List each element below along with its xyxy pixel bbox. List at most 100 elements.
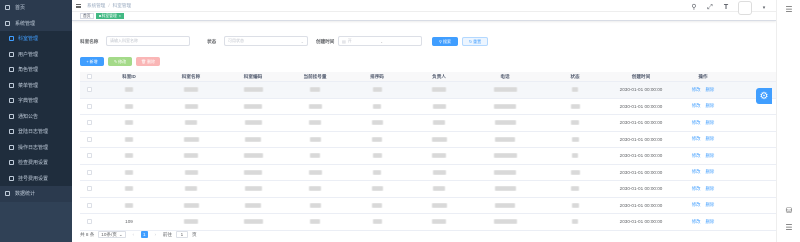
column-header[interactable]: 创建时间 — [610, 74, 672, 80]
row-edit-link[interactable]: 修改 — [692, 153, 701, 159]
column-header[interactable]: 负责人 — [408, 74, 470, 80]
sidebar-item-dict[interactable]: 字典管理 — [0, 93, 72, 109]
settings-button[interactable]: ⚙ — [756, 88, 772, 104]
pagination: 共 8 条 10条/页 ⌄ ‹ 1 › 前往 1 页 — [80, 231, 197, 238]
column-header[interactable]: 科室名称 — [160, 74, 222, 80]
row-edit-link[interactable]: 修改 — [692, 87, 701, 93]
delete-button[interactable]: 🗑 删除 — [136, 57, 160, 66]
sidebar-item-users[interactable]: 用户管理 — [0, 46, 72, 62]
sidebar-item-notice[interactable]: 通知公告 — [0, 108, 72, 124]
edit-button[interactable]: ✎ 修改 — [108, 57, 132, 66]
breadcrumb-item[interactable]: 系统管理 — [87, 3, 105, 8]
row-checkbox[interactable] — [86, 186, 92, 192]
fullscreen-icon[interactable]: ⤢ — [706, 4, 714, 12]
column-header[interactable]: 状态 — [540, 74, 610, 80]
row-delete-link[interactable]: 删除 — [706, 169, 715, 175]
chevron-down-icon: ⌄ — [118, 231, 123, 237]
sidebar-item-login-log[interactable]: 登陆日志管理 — [0, 124, 72, 140]
redacted-value — [244, 103, 262, 109]
column-header[interactable]: 科室编码 — [222, 74, 284, 80]
close-icon[interactable]: × — [119, 14, 121, 18]
database-icon[interactable]: ⛁ — [784, 205, 794, 215]
created-time: 2030-01-01 00:00:00 — [619, 169, 663, 175]
column-header[interactable]: 科室ID — [98, 74, 160, 80]
table-row[interactable]: 2030-01-01 00:00:00 修改 删除 — [80, 148, 776, 165]
row-delete-link[interactable]: 删除 — [706, 202, 715, 208]
row-delete-link[interactable]: 删除 — [706, 120, 715, 126]
table-row[interactable]: 2030-01-01 00:00:00 修改 删除 — [80, 198, 776, 214]
tag-department[interactable]: 科室管理 × — [95, 13, 124, 19]
row-checkbox[interactable] — [86, 169, 92, 175]
row-actions: 修改 删除 — [692, 136, 715, 142]
caret-down-icon[interactable]: ▾ — [760, 4, 768, 12]
row-checkbox[interactable] — [86, 136, 92, 142]
sidebar-item-stats[interactable]: 数据统计 — [0, 186, 72, 202]
row-edit-link[interactable]: 修改 — [692, 186, 701, 192]
tags-view: 首页 科室管理 × — [72, 12, 776, 21]
row-edit-link[interactable]: 修改 — [692, 120, 701, 126]
menu-icon[interactable]: ☰ — [784, 4, 794, 14]
table-row[interactable]: 2030-01-01 00:00:00 修改 删除 — [80, 115, 776, 132]
table-row[interactable]: 109 2030-01-01 00:00:00 修改 删除 — [80, 214, 776, 231]
row-select-cell — [80, 103, 98, 109]
table-row[interactable]: 2030-01-01 00:00:00 修改 删除 — [80, 82, 776, 99]
column-header[interactable]: 排序码 — [346, 74, 408, 80]
prev-page-button[interactable]: ‹ — [130, 231, 137, 238]
column-header[interactable]: 电话 — [470, 74, 540, 80]
row-delete-link[interactable]: 删除 — [706, 103, 715, 109]
table-cell — [408, 186, 470, 192]
sidebar-item-system[interactable]: 系统管理 — [0, 15, 72, 31]
search-icon[interactable]: ⚲ — [690, 4, 698, 12]
row-checkbox[interactable] — [86, 87, 92, 93]
sidebar-item-check-fee[interactable]: 检查费用设置 — [0, 155, 72, 171]
search-button[interactable]: ⚲ 搜索 — [432, 37, 458, 46]
row-edit-link[interactable]: 修改 — [692, 103, 701, 109]
dept-name-input[interactable]: 请输入科室名称 — [106, 36, 190, 46]
sidebar-item-oper-log[interactable]: 操作日志管理 — [0, 139, 72, 155]
date-range-picker[interactable]: ▤ 开 - — [338, 36, 422, 46]
column-header[interactable]: 当前挂号量 — [284, 74, 346, 80]
row-delete-link[interactable]: 删除 — [706, 219, 715, 225]
row-checkbox[interactable] — [86, 202, 92, 208]
table-row[interactable]: 2030-01-01 00:00:00 修改 删除 — [80, 99, 776, 115]
row-delete-link[interactable]: 删除 — [706, 136, 715, 142]
avatar[interactable] — [738, 1, 752, 15]
row-select-cell — [80, 153, 98, 159]
sidebar-item-department[interactable]: 科室管理 — [0, 31, 72, 47]
row-checkbox[interactable] — [86, 120, 92, 126]
row-checkbox[interactable] — [86, 219, 92, 225]
row-delete-link[interactable]: 删除 — [706, 186, 715, 192]
tag-home[interactable]: 首页 — [80, 13, 94, 19]
table-row[interactable]: 2030-01-01 00:00:00 修改 删除 — [80, 181, 776, 198]
redacted-value — [433, 186, 445, 192]
reset-button[interactable]: ↻ 重置 — [462, 37, 488, 46]
status-select[interactable]: 可用状态 ⌄ — [224, 36, 308, 46]
add-button[interactable]: + 新增 — [80, 57, 104, 66]
font-size-icon[interactable]: T — [722, 4, 730, 12]
row-edit-link[interactable]: 修改 — [692, 136, 701, 142]
redacted-value — [493, 219, 517, 225]
table-row[interactable]: 2030-01-01 00:00:00 修改 删除 — [80, 165, 776, 181]
row-delete-link[interactable]: 删除 — [706, 153, 715, 159]
row-edit-link[interactable]: 修改 — [692, 202, 701, 208]
plus-icon: + — [86, 59, 89, 64]
select-all-checkbox[interactable] — [86, 74, 92, 79]
row-edit-link[interactable]: 修改 — [692, 219, 701, 225]
row-delete-link[interactable]: 删除 — [706, 87, 715, 93]
sidebar-item-home[interactable]: 首页 — [0, 0, 72, 16]
sidebar-item-roles[interactable]: 角色管理 — [0, 62, 72, 78]
row-checkbox[interactable] — [86, 153, 92, 159]
page-size-select[interactable]: 10条/页 ⌄ — [98, 231, 126, 238]
row-checkbox[interactable] — [86, 103, 92, 109]
row-edit-link[interactable]: 修改 — [692, 169, 701, 175]
row-actions: 修改 删除 — [692, 202, 715, 208]
sidebar-item-menus[interactable]: 菜单管理 — [0, 77, 72, 93]
table-row[interactable]: 2030-01-01 00:00:00 修改 删除 — [80, 132, 776, 148]
layers-icon[interactable]: ☰ — [784, 222, 794, 232]
sidebar-item-reg-fee[interactable]: 挂号费用设置 — [0, 170, 72, 186]
page-number-current[interactable]: 1 — [140, 231, 148, 238]
goto-page-input[interactable]: 1 — [175, 231, 188, 238]
hamburger-icon[interactable] — [76, 3, 81, 8]
navbar-right: ⚲ ⤢ T ▾ — [690, 1, 768, 15]
next-page-button[interactable]: › — [152, 231, 159, 238]
